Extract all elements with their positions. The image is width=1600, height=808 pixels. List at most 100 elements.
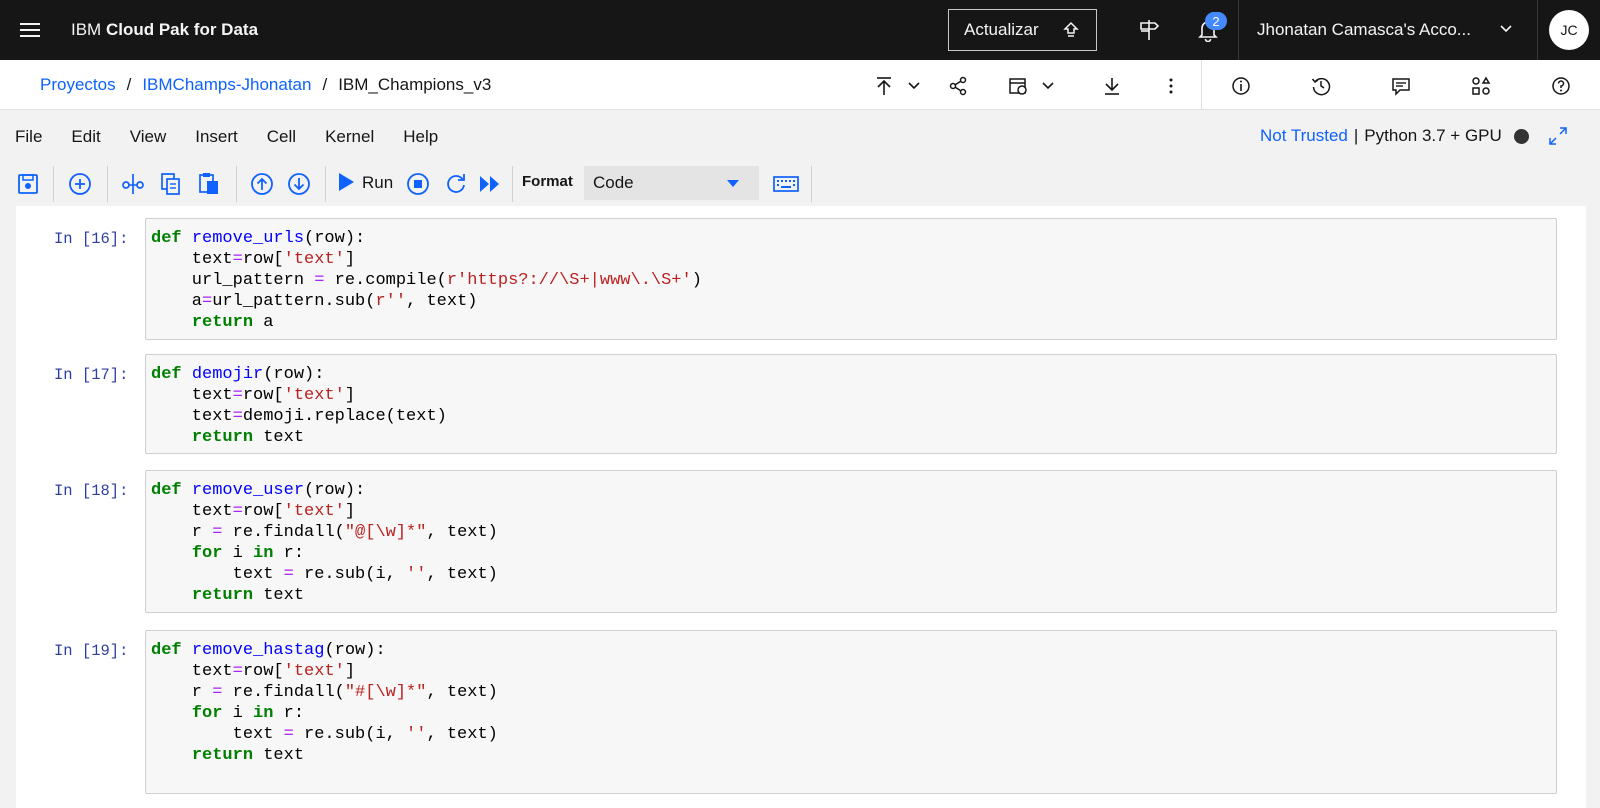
divider: [325, 166, 326, 202]
menu-help[interactable]: Help: [403, 127, 438, 147]
cell-type-value: Code: [593, 173, 634, 192]
breadcrumb-separator: /: [322, 75, 328, 94]
update-button[interactable]: Actualizar: [948, 9, 1097, 51]
code-token: return: [191, 428, 254, 447]
chevron-down-icon[interactable]: [1035, 73, 1061, 99]
avatar[interactable]: JC: [1549, 10, 1589, 50]
move-up-icon[interactable]: [249, 171, 275, 197]
code-token: for: [191, 704, 223, 723]
cell-input[interactable]: def remove_hastag(row): text=row['text']…: [145, 630, 1557, 794]
kernel-name[interactable]: Python 3.7 + GPU: [1364, 126, 1502, 146]
stop-icon[interactable]: [405, 171, 431, 197]
menu-edit[interactable]: Edit: [71, 127, 100, 147]
signpost-icon[interactable]: [1133, 14, 1165, 46]
breadcrumb-projects[interactable]: Proyectos: [40, 75, 116, 95]
save-icon[interactable]: [15, 171, 41, 197]
code-token: ]: [344, 250, 356, 269]
run-icon[interactable]: [333, 169, 359, 195]
run-label[interactable]: Run: [362, 173, 393, 193]
code-token: r:: [273, 704, 305, 723]
notebook-container: In [16]: def remove_urls(row): text=row[…: [16, 206, 1586, 808]
code-token: re.findall(: [222, 523, 345, 542]
chevron-down-icon[interactable]: [901, 73, 927, 99]
code-token: (row):: [324, 641, 386, 660]
restart-icon[interactable]: [443, 171, 469, 197]
code-token: =: [232, 386, 243, 405]
code-token: , text): [426, 565, 498, 584]
code-token: '': [406, 725, 427, 744]
code-token: return: [191, 313, 254, 332]
divider: [811, 166, 812, 202]
menu-file[interactable]: File: [15, 127, 42, 147]
cut-icon[interactable]: [120, 171, 146, 197]
move-down-icon[interactable]: [286, 171, 312, 197]
code-token: text: [151, 565, 284, 584]
version-history-icon[interactable]: [1308, 73, 1334, 99]
comments-icon[interactable]: [1388, 73, 1414, 99]
code-token: url_pattern: [151, 271, 315, 290]
chevron-down-icon[interactable]: [1499, 22, 1513, 36]
notebook-toolbar: Run Format Code: [0, 160, 1600, 206]
help-icon[interactable]: [1548, 73, 1574, 99]
add-cell-icon[interactable]: [67, 171, 93, 197]
code-token: '': [406, 565, 427, 584]
menu-kernel[interactable]: Kernel: [325, 127, 374, 147]
cell-code[interactable]: def remove_user(row): text=row['text'] r…: [151, 480, 1556, 606]
code-token: r'https?://\S+|www\.\S+': [446, 271, 692, 290]
share-icon[interactable]: [945, 73, 971, 99]
code-token: text: [253, 586, 305, 605]
assets-icon[interactable]: [1468, 73, 1494, 99]
code-token: =: [212, 523, 223, 542]
code-token: text: [151, 502, 233, 521]
code-token: , text): [426, 523, 498, 542]
cell-input[interactable]: def remove_user(row): text=row['text'] r…: [145, 470, 1557, 613]
paste-icon[interactable]: [196, 171, 222, 197]
code-token: re.findall(: [222, 683, 345, 702]
code-token: a: [253, 313, 274, 332]
schedule-icon[interactable]: [1005, 73, 1031, 99]
breadcrumb-project[interactable]: IBMChamps-Jhonatan: [142, 75, 311, 95]
code-token: "@[\w]*": [344, 523, 427, 542]
code-token: r'': [375, 292, 407, 311]
keyboard-icon[interactable]: [772, 171, 800, 197]
information-icon[interactable]: [1228, 73, 1254, 99]
overflow-menu-icon[interactable]: [1158, 73, 1184, 99]
code-token: url_pattern.sub(: [212, 292, 376, 311]
cell-input[interactable]: def demojir(row): text=row['text'] text=…: [145, 354, 1557, 454]
code-token: =: [283, 565, 294, 584]
copy-icon[interactable]: [158, 171, 184, 197]
code-token: (row):: [304, 481, 366, 500]
code-token: remove_user: [191, 481, 305, 500]
code-token: def: [151, 481, 182, 500]
code-token: , text): [406, 292, 478, 311]
breadcrumb-current: IBM_Champions_v3: [338, 75, 492, 94]
menu-cell[interactable]: Cell: [267, 127, 296, 147]
code-token: in: [253, 544, 274, 563]
cell-input[interactable]: def remove_urls(row): text=row['text'] u…: [145, 218, 1557, 340]
code-token: row[: [242, 662, 284, 681]
code-token: text: [253, 428, 305, 447]
code-token: ]: [344, 502, 356, 521]
maximize-icon[interactable]: [1548, 126, 1568, 146]
divider: [1201, 60, 1202, 110]
account-switcher[interactable]: Jhonatan Camasca's Acco...: [1257, 20, 1471, 40]
run-all-icon[interactable]: [477, 171, 503, 197]
cell-code[interactable]: def demojir(row): text=row['text'] text=…: [151, 364, 1556, 448]
cell-code[interactable]: def remove_urls(row): text=row['text'] u…: [151, 228, 1556, 333]
menu-view[interactable]: View: [130, 127, 167, 147]
code-token: text: [151, 386, 233, 405]
download-icon[interactable]: [1099, 73, 1125, 99]
product-name[interactable]: IBM Cloud Pak for Data: [71, 20, 258, 40]
trust-indicator[interactable]: Not Trusted: [1260, 126, 1348, 146]
upgrade-icon: [1062, 21, 1080, 39]
menu-icon[interactable]: [12, 14, 48, 46]
publish-icon[interactable]: [871, 73, 897, 99]
divider: [107, 166, 108, 202]
cell-type-select[interactable]: Code: [584, 166, 759, 200]
menu-insert[interactable]: Insert: [195, 127, 238, 147]
cell-code[interactable]: def remove_hastag(row): text=row['text']…: [151, 640, 1556, 766]
